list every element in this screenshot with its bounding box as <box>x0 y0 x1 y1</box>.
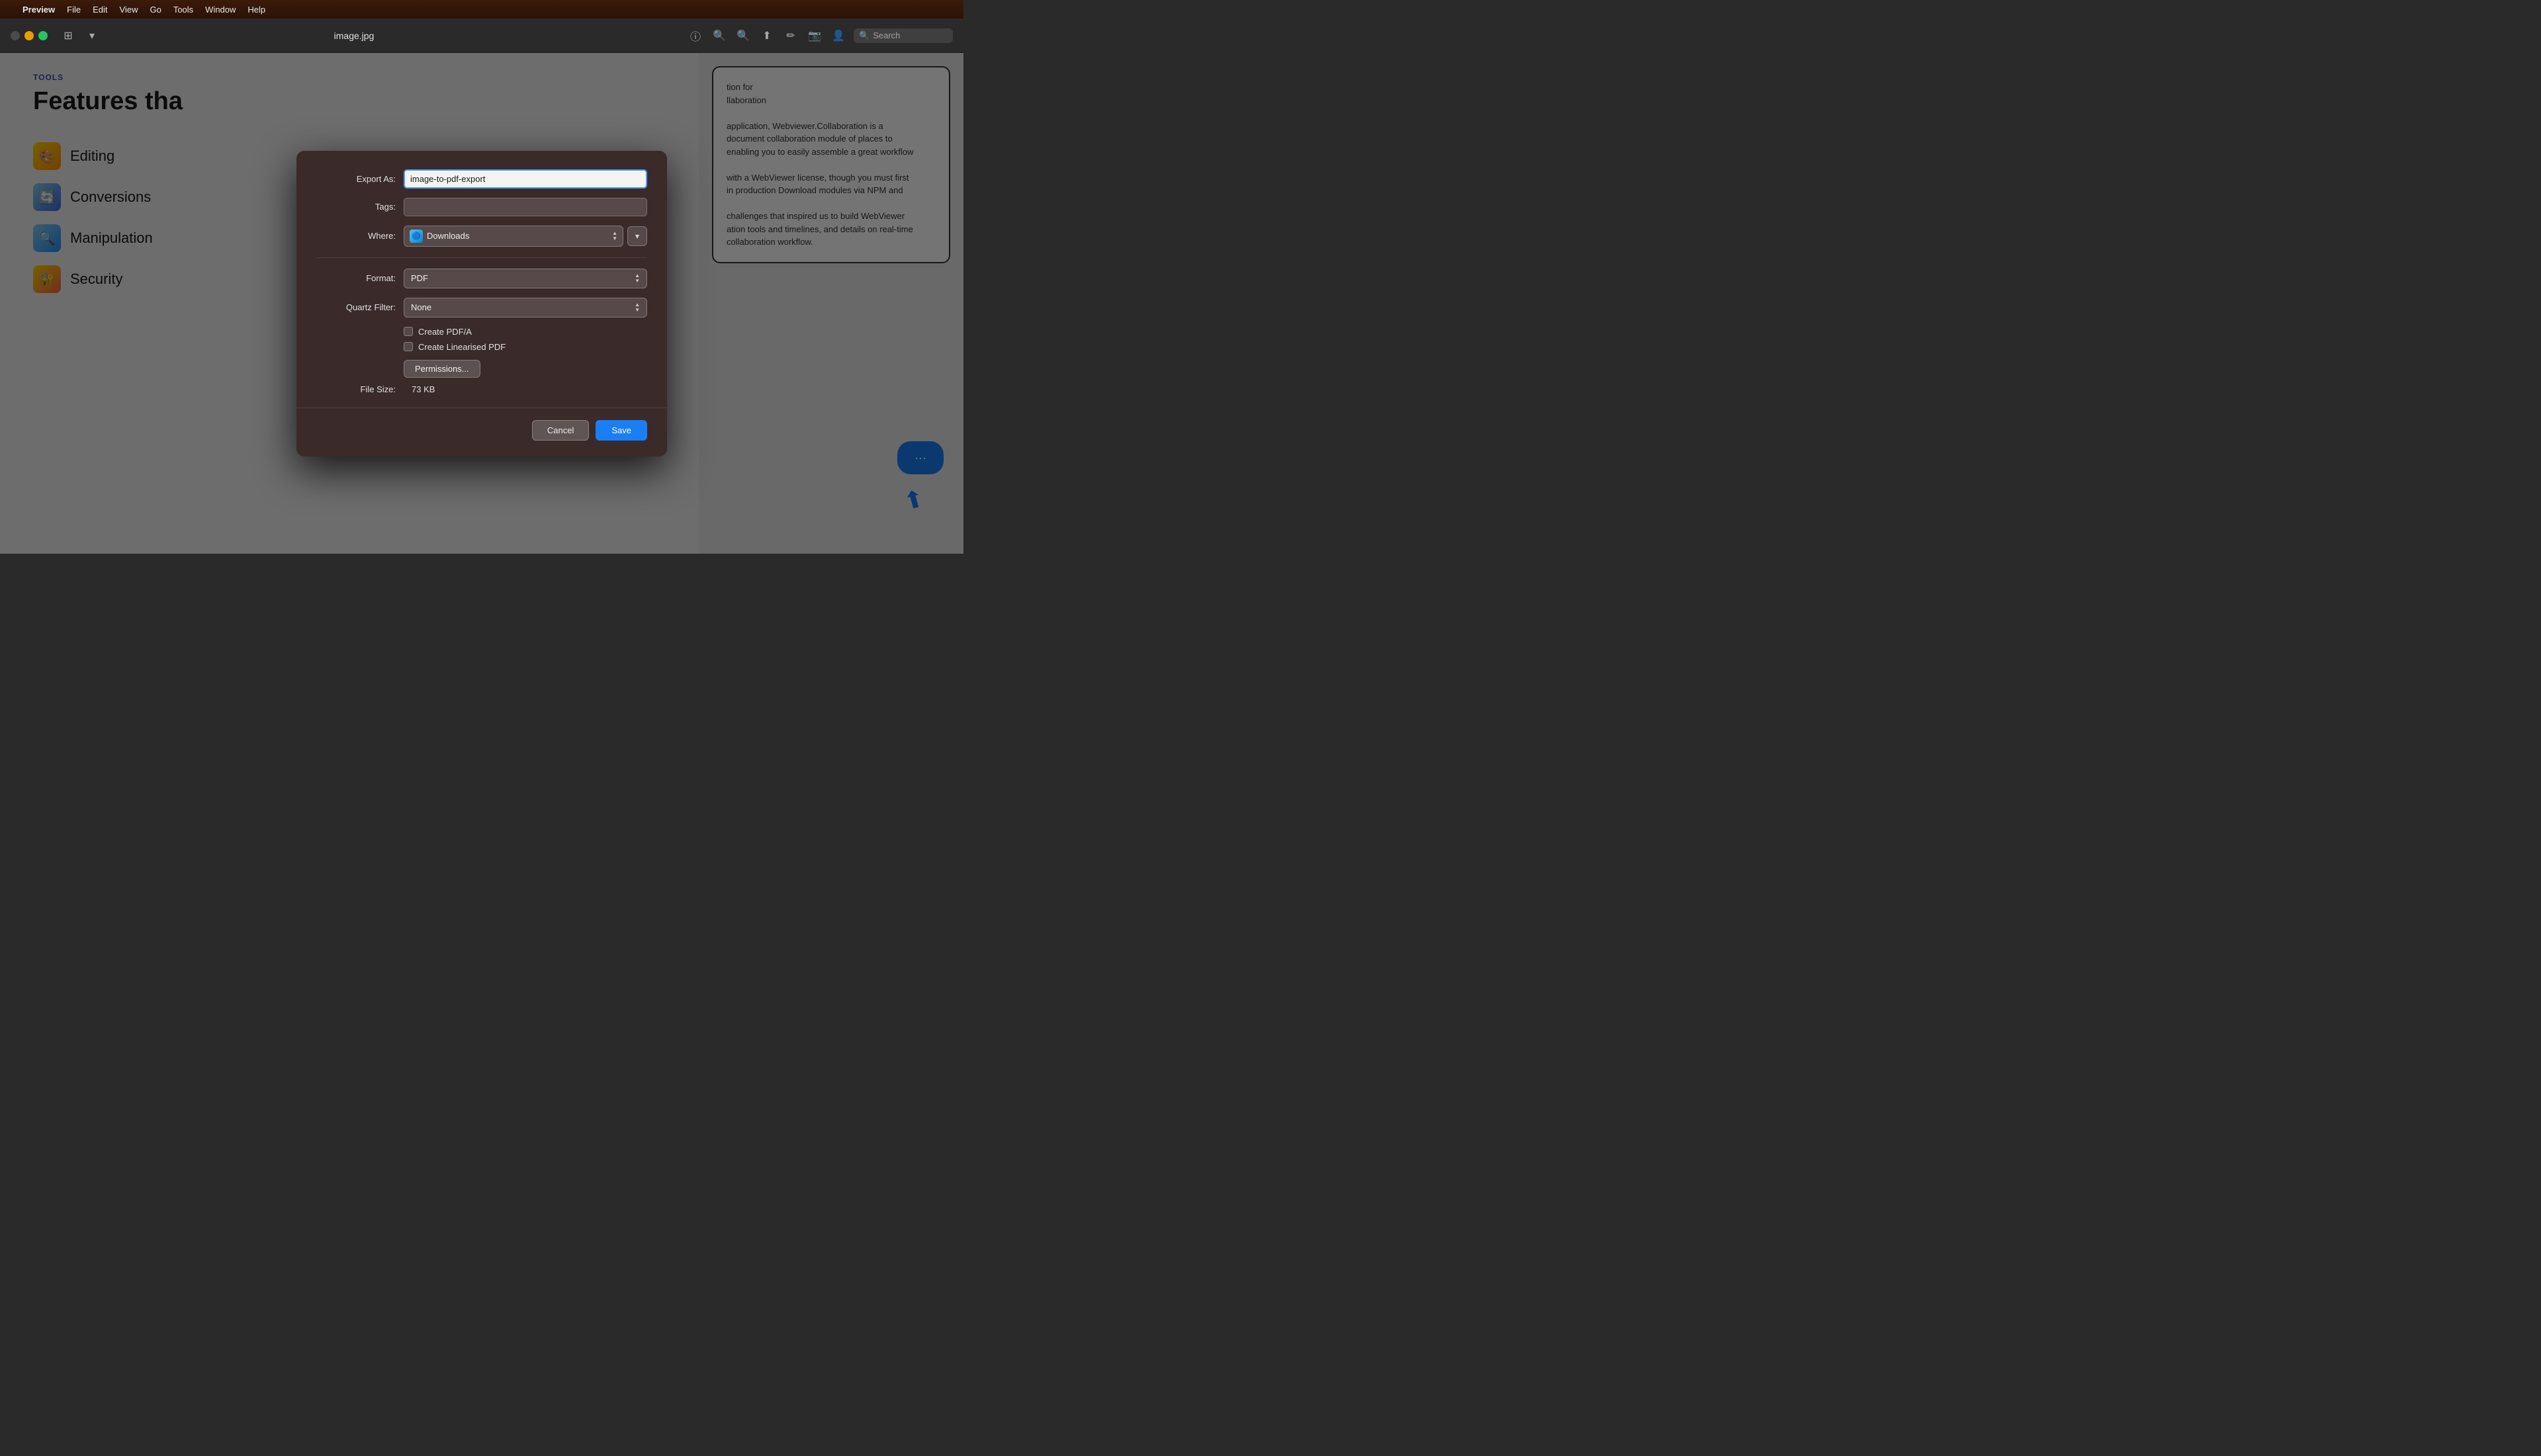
downloads-folder-icon: 🔵 <box>410 230 423 243</box>
create-pdfa-row: Create PDF/A <box>404 327 647 337</box>
create-linearised-label: Create Linearised PDF <box>418 342 506 352</box>
menu-go[interactable]: Go <box>150 5 161 15</box>
menu-window[interactable]: Window <box>205 5 236 15</box>
search-icon: 🔍 <box>859 30 869 41</box>
menu-preview[interactable]: Preview <box>22 5 55 15</box>
zoom-in-icon[interactable]: 🔍 <box>735 27 752 44</box>
dialog-overlay: Export As: Tags: Where: 🔵 Down <box>0 53 963 554</box>
select-arrows-icon: ▲ ▼ <box>612 231 617 241</box>
where-value: Downloads <box>427 231 469 241</box>
camera-icon[interactable]: 📷 <box>806 27 823 44</box>
format-value: PDF <box>411 273 428 283</box>
dialog-divider <box>316 257 647 258</box>
quartz-filter-dropdown[interactable]: None ▲ ▼ <box>404 298 647 318</box>
quartz-arrows-icon: ▲ ▼ <box>635 302 640 313</box>
quartz-filter-row: Quartz Filter: None ▲ ▼ <box>316 298 647 318</box>
menu-edit[interactable]: Edit <box>93 5 107 15</box>
file-size-label: File Size: <box>316 384 396 394</box>
zoom-out-icon[interactable]: 🔍 <box>711 27 728 44</box>
main-content: TOOLS Features tha 🎨 Editing 🔄 Conversio… <box>0 53 963 554</box>
toolbar: ⊞ ▾ image.jpg ⓘ 🔍 🔍 ⬆ ✏ 📷 👤 🔍 Search <box>0 19 963 53</box>
tags-input[interactable] <box>404 198 647 216</box>
create-linearised-row: Create Linearised PDF <box>404 342 647 352</box>
format-label: Format: <box>316 273 396 283</box>
share-icon[interactable]: ⬆ <box>758 27 776 44</box>
permissions-button[interactable]: Permissions... <box>404 360 480 378</box>
tags-label: Tags: <box>316 202 396 212</box>
tags-row: Tags: <box>316 198 647 216</box>
save-dialog: Export As: Tags: Where: 🔵 Down <box>296 151 667 456</box>
cancel-button[interactable]: Cancel <box>532 420 589 441</box>
dialog-footer: Cancel Save <box>296 407 667 441</box>
format-arrows-icon: ▲ ▼ <box>635 273 640 284</box>
info-icon[interactable]: ⓘ <box>687 27 704 44</box>
where-dropdown[interactable]: 🔵 Downloads ▲ ▼ <box>404 226 623 247</box>
dialog-body: Export As: Tags: Where: 🔵 Down <box>296 169 667 394</box>
close-button[interactable] <box>11 31 20 40</box>
markup-icon[interactable]: ✏ <box>782 27 799 44</box>
profile-icon[interactable]: 👤 <box>830 27 847 44</box>
create-pdfa-checkbox[interactable] <box>404 327 413 336</box>
create-pdfa-label: Create PDF/A <box>418 327 472 337</box>
quartz-filter-label: Quartz Filter: <box>316 302 396 312</box>
export-as-label: Export As: <box>316 174 396 184</box>
where-row: Where: 🔵 Downloads ▲ ▼ ▾ <box>316 226 647 247</box>
window-title: image.jpg <box>28 30 680 41</box>
where-label: Where: <box>316 231 396 241</box>
format-dropdown[interactable]: PDF ▲ ▼ <box>404 269 647 288</box>
menu-help[interactable]: Help <box>247 5 265 15</box>
export-as-row: Export As: <box>316 169 647 189</box>
file-size-row: File Size: 73 KB <box>316 384 647 394</box>
search-bar[interactable]: 🔍 Search <box>854 28 953 43</box>
where-select-inner: 🔵 Downloads <box>410 230 469 243</box>
menu-view[interactable]: View <box>120 5 138 15</box>
save-button[interactable]: Save <box>596 420 647 441</box>
menu-tools[interactable]: Tools <box>173 5 193 15</box>
file-size-value: 73 KB <box>412 384 435 394</box>
expand-button[interactable]: ▾ <box>627 226 647 246</box>
menu-bar: Preview File Edit View Go Tools Window H… <box>0 0 963 19</box>
menu-file[interactable]: File <box>67 5 81 15</box>
search-placeholder: Search <box>873 30 900 40</box>
where-select-container: 🔵 Downloads ▲ ▼ ▾ <box>404 226 647 247</box>
quartz-filter-value: None <box>411 302 431 312</box>
export-as-input[interactable] <box>404 169 647 189</box>
create-linearised-checkbox[interactable] <box>404 342 413 351</box>
format-row: Format: PDF ▲ ▼ <box>316 269 647 288</box>
